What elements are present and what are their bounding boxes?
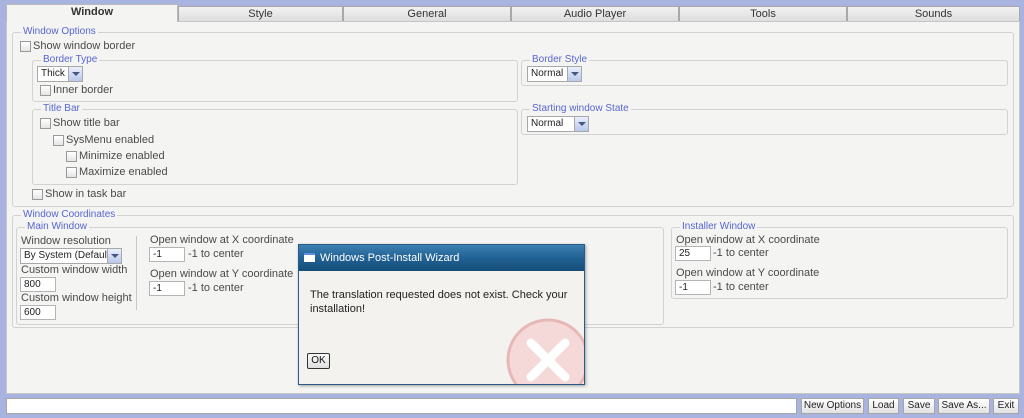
border-type-legend: Border Type (41, 54, 100, 66)
save-as-button[interactable]: Save As... (938, 398, 990, 414)
border-style-group: Border Style (521, 54, 1008, 86)
load-button[interactable]: Load (868, 398, 899, 414)
exit-button[interactable]: Exit (993, 398, 1019, 414)
save-button[interactable]: Save (903, 398, 935, 414)
starting-state-group: Starting window State (521, 103, 1008, 135)
tab-sounds[interactable]: Sounds (847, 6, 1020, 22)
installer-x-hint: -1 to center (713, 247, 769, 259)
status-field (6, 398, 797, 414)
sysmenu-checkbox[interactable] (53, 135, 64, 146)
title-bar-legend: Title Bar (41, 103, 82, 115)
window-options-legend: Window Options (21, 26, 98, 38)
minimize-label: Minimize enabled (79, 150, 165, 162)
border-type-select[interactable]: Thick (37, 66, 83, 82)
custom-width-label: Custom window width (21, 264, 128, 276)
tab-general[interactable]: General (343, 6, 511, 22)
installer-x-label: Open window at X coordinate (676, 234, 820, 246)
tab-tools[interactable]: Tools (679, 6, 847, 22)
border-style-legend: Border Style (530, 54, 590, 66)
inner-border-label: Inner border (53, 84, 113, 96)
chevron-down-icon (574, 117, 588, 131)
main-y-input[interactable]: -1 (149, 281, 185, 296)
main-x-hint: -1 to center (188, 248, 244, 260)
tab-audio-player[interactable]: Audio Player (511, 6, 679, 22)
main-y-hint: -1 to center (188, 282, 244, 294)
window-resolution-select[interactable]: By System (Default) (20, 248, 122, 264)
chevron-down-icon (107, 249, 121, 263)
window-resolution-label: Window resolution (21, 235, 111, 247)
dialog-title-bar[interactable]: Windows Post-Install Wizard (299, 245, 584, 271)
custom-height-input[interactable]: 600 (20, 305, 56, 320)
installer-window-legend: Installer Window (680, 221, 758, 233)
main-x-label: Open window at X coordinate (150, 234, 294, 246)
installer-y-hint: -1 to center (713, 281, 769, 293)
tab-bar: Window Style General Audio Player Tools … (6, 4, 1020, 22)
show-title-bar-checkbox[interactable] (40, 118, 51, 129)
starting-state-value: Normal (531, 118, 564, 129)
border-style-select[interactable]: Normal (527, 66, 582, 82)
window-resolution-value: By System (Default) (24, 250, 113, 261)
show-title-bar-label: Show title bar (53, 117, 120, 129)
custom-width-input[interactable]: 800 (20, 277, 56, 292)
show-window-border-checkbox[interactable] (20, 41, 31, 52)
chevron-down-icon (68, 67, 82, 81)
show-in-taskbar-label: Show in task bar (45, 188, 127, 200)
error-dialog: Windows Post-Install Wizard The translat… (298, 244, 585, 385)
minimize-checkbox[interactable] (66, 151, 77, 162)
main-window-legend: Main Window (25, 221, 90, 233)
divider (136, 236, 137, 310)
tab-window[interactable]: Window (6, 4, 178, 22)
window-icon (304, 253, 315, 262)
window-coordinates-legend: Window Coordinates (21, 209, 118, 221)
main-y-label: Open window at Y coordinate (150, 268, 294, 280)
dialog-title: Windows Post-Install Wizard (320, 252, 460, 264)
dialog-message: The translation requested does not exist… (310, 289, 568, 315)
installer-x-input[interactable]: 25 (675, 246, 711, 261)
maximize-checkbox[interactable] (66, 167, 77, 178)
inner-border-checkbox[interactable] (40, 85, 51, 96)
chevron-down-icon (567, 67, 581, 81)
installer-y-label: Open window at Y coordinate (676, 267, 820, 279)
show-in-taskbar-checkbox[interactable] (32, 189, 43, 200)
ok-button[interactable]: OK (307, 353, 330, 369)
starting-state-select[interactable]: Normal (527, 116, 589, 132)
maximize-label: Maximize enabled (79, 166, 168, 178)
installer-y-input[interactable]: -1 (675, 280, 711, 295)
border-type-value: Thick (41, 68, 65, 79)
main-x-input[interactable]: -1 (149, 247, 185, 262)
custom-height-label: Custom window height (21, 292, 132, 304)
sysmenu-label: SysMenu enabled (66, 134, 155, 146)
show-window-border-label: Show window border (33, 40, 136, 52)
error-x-icon (506, 318, 584, 384)
border-style-value: Normal (531, 68, 564, 79)
tab-style[interactable]: Style (178, 6, 343, 22)
new-options-button[interactable]: New Options (801, 398, 864, 414)
starting-state-legend: Starting window State (530, 103, 631, 115)
